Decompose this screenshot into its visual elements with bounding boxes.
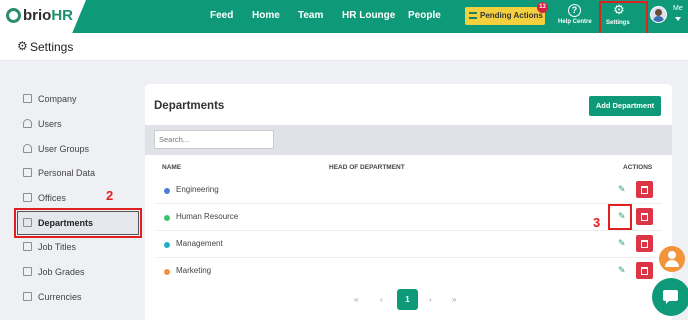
building-icon <box>23 218 32 227</box>
column-header-name: NAME <box>162 164 182 171</box>
caret-down-icon[interactable] <box>675 17 681 21</box>
column-header-actions: ACTIONS <box>623 164 653 171</box>
page-title: Settings <box>30 40 74 54</box>
add-department-button[interactable]: Add Department <box>589 96 661 116</box>
sidebar-item-job-titles[interactable]: Job Titles <box>23 238 76 256</box>
question-icon[interactable]: ? <box>568 4 581 17</box>
department-name: Marketing <box>176 266 212 275</box>
page-header: ⚙ Settings <box>0 33 688 61</box>
pencil-icon[interactable]: ✎ <box>618 184 627 194</box>
pagination-prev[interactable]: ‹ <box>380 295 383 304</box>
pagination-last[interactable]: » <box>452 295 456 304</box>
list-icon <box>469 12 477 19</box>
trash-icon <box>641 186 648 194</box>
department-color-dot <box>164 188 170 194</box>
nav-hr-lounge[interactable]: HR Lounge <box>342 10 395 21</box>
sidebar-item-users[interactable]: Users <box>23 115 62 133</box>
logo[interactable]: brioHR <box>0 0 86 33</box>
logo-icon <box>6 8 21 23</box>
chat-icon-tail <box>666 300 670 304</box>
job-title-icon <box>23 242 32 251</box>
nav-home[interactable]: Home <box>252 10 280 21</box>
search-input[interactable] <box>154 130 274 149</box>
users-icon <box>23 119 32 128</box>
delete-button[interactable] <box>636 208 653 225</box>
help-centre-label[interactable]: Help Centre <box>558 19 592 25</box>
avatar[interactable] <box>650 6 667 23</box>
edit-highlight-box <box>608 204 632 230</box>
sidebar-item-label: Users <box>38 119 62 129</box>
nav-feed[interactable]: Feed <box>210 10 233 21</box>
user-groups-icon <box>23 144 32 153</box>
profile-assistant-button[interactable] <box>659 246 685 272</box>
gear-icon: ⚙ <box>17 39 28 53</box>
pending-actions-button[interactable]: Pending Actions <box>465 7 545 25</box>
department-color-dot <box>164 242 170 248</box>
trash-icon <box>641 240 648 248</box>
delete-button[interactable] <box>636 262 653 279</box>
sidebar-item-label: Job Grades <box>38 267 85 277</box>
sidebar-item-user-groups[interactable]: User Groups <box>23 140 89 158</box>
pagination-next[interactable]: › <box>429 295 432 304</box>
sidebar-item-company[interactable]: Company <box>23 90 77 108</box>
logo-text-suffix: HR <box>51 7 74 24</box>
pagination-first[interactable]: « <box>354 295 358 304</box>
pencil-icon[interactable]: ✎ <box>618 238 627 248</box>
sidebar-item-label: Company <box>38 94 77 104</box>
person-icon-body <box>665 260 679 267</box>
delete-button[interactable] <box>636 235 653 252</box>
personal-data-icon <box>23 168 32 177</box>
user-menu-label[interactable]: Me <box>673 5 683 12</box>
pending-actions-label: Pending Actions <box>480 11 543 20</box>
table-row: Engineering ✎ <box>156 177 662 204</box>
pencil-icon[interactable]: ✎ <box>618 265 627 275</box>
sidebar-item-currencies[interactable]: Currencies <box>23 288 82 306</box>
department-name: Human Resource <box>176 212 239 221</box>
delete-button[interactable] <box>636 181 653 198</box>
table-row: Marketing ✎ <box>156 258 662 285</box>
person-icon <box>668 251 676 259</box>
card-title: Departments <box>154 100 225 112</box>
sidebar-item-departments[interactable]: Departments <box>23 214 93 232</box>
sidebar-item-label: Personal Data <box>38 168 96 178</box>
trash-icon <box>641 213 648 221</box>
column-header-head-of-department: HEAD OF DEPARTMENT <box>329 164 405 171</box>
chat-button[interactable] <box>652 278 688 316</box>
nav-people[interactable]: People <box>408 10 441 21</box>
department-color-dot <box>164 215 170 221</box>
department-color-dot <box>164 269 170 275</box>
sidebar-item-label: Offices <box>38 193 66 203</box>
sidebar-item-label: User Groups <box>38 144 90 154</box>
building-icon <box>23 94 32 103</box>
pending-actions-badge: 13 <box>537 2 548 13</box>
annotation-number: 3 <box>593 215 601 230</box>
currency-icon <box>23 292 32 301</box>
nav-team[interactable]: Team <box>298 10 323 21</box>
sidebar-item-personal-data[interactable]: Personal Data <box>23 164 95 182</box>
department-name: Engineering <box>176 185 219 194</box>
trash-icon <box>641 267 648 275</box>
sidebar-item-offices[interactable]: Offices <box>23 189 66 207</box>
pagination-page-current[interactable]: 1 <box>397 289 418 310</box>
department-name: Management <box>176 239 223 248</box>
logo-text: brio <box>23 7 52 24</box>
table-row: Management ✎ <box>156 231 662 258</box>
sidebar-item-job-grades[interactable]: Job Grades <box>23 263 85 281</box>
sidebar-item-label: Currencies <box>38 292 82 302</box>
annotation-number: 2 <box>106 188 114 203</box>
sidebar-item-label: Job Titles <box>38 242 77 252</box>
sidebar-item-label: Departments <box>38 218 94 228</box>
table-row: Human Resource ✎ <box>156 204 662 231</box>
job-grade-icon <box>23 267 32 276</box>
office-icon <box>23 193 32 202</box>
settings-highlight-box <box>599 1 648 35</box>
